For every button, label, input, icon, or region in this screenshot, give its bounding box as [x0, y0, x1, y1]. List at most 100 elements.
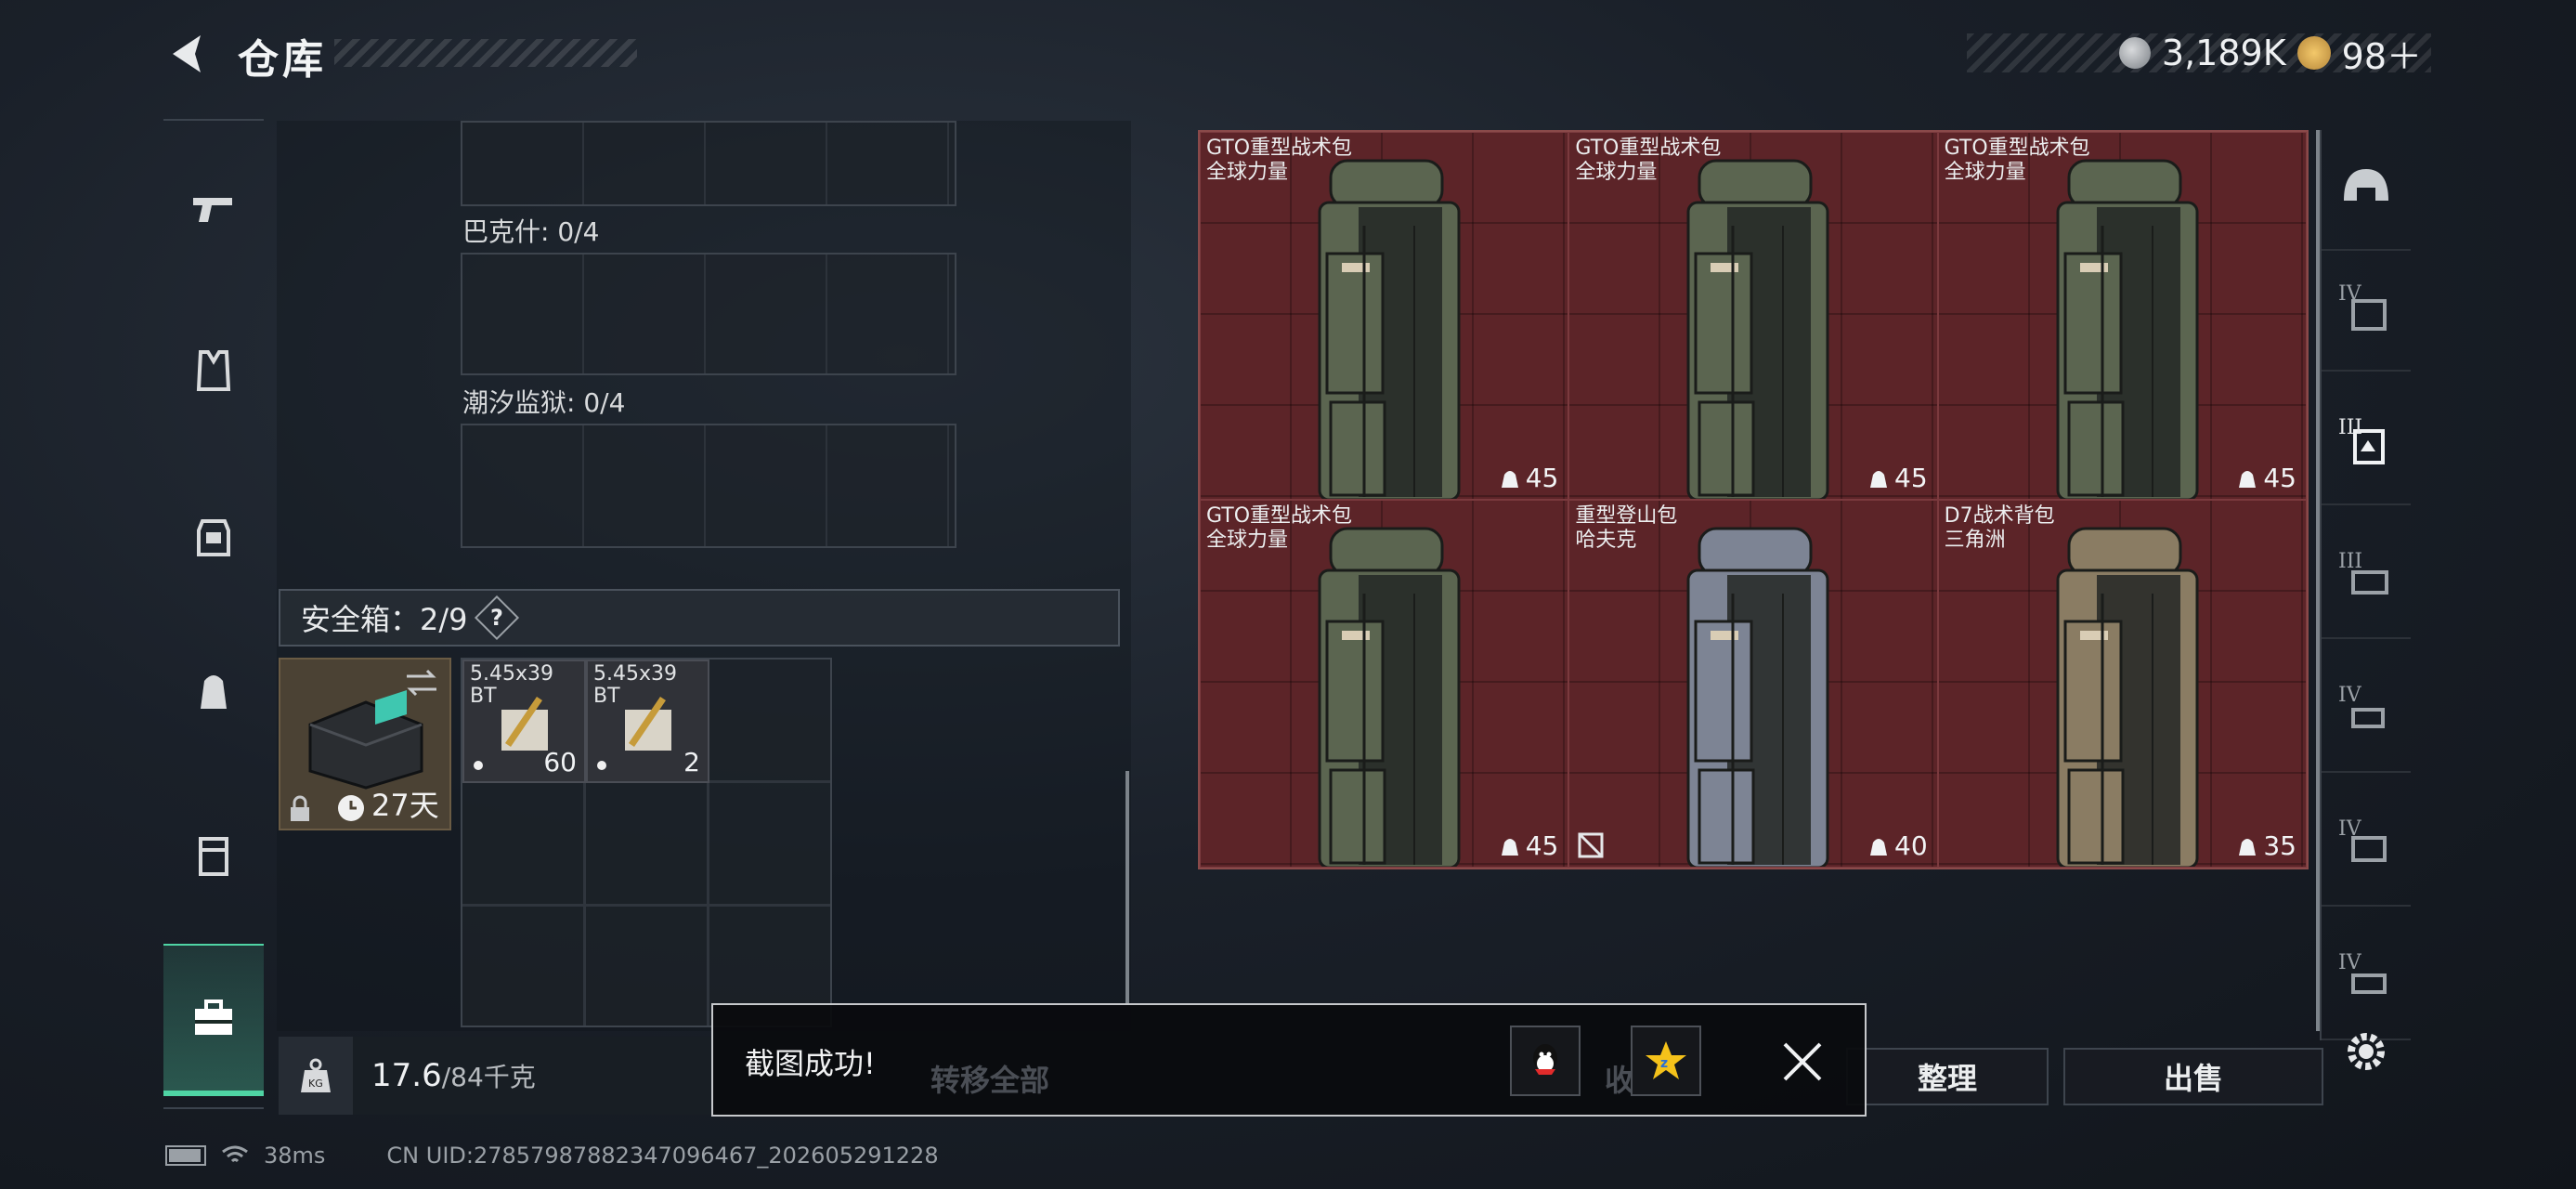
qq-icon — [1533, 1044, 1557, 1075]
backpack-icon — [1318, 159, 1461, 499]
ammo-type: BT — [593, 685, 620, 708]
level-label: III — [2338, 550, 2363, 573]
backpack-name: GTO重型战术包 全球力量 — [1206, 504, 1353, 552]
ammo-dot-icon — [597, 761, 606, 770]
backpack-item[interactable]: D7战术背包 三角洲 35 — [1937, 500, 2307, 868]
backpack-capacity: 40 — [1868, 830, 1928, 861]
backpack-item[interactable]: GTO重型战术包 全球力量 45 — [1200, 132, 1569, 500]
share-qzone-button[interactable]: z — [1631, 1026, 1701, 1096]
tab-helmet[interactable] — [2322, 130, 2411, 251]
uid-text: CN UID:27857987882347096467_202605291228 — [386, 1143, 939, 1169]
safe-case-icon — [308, 689, 423, 790]
battery-icon — [165, 1145, 206, 1166]
backpack-icon — [2056, 527, 2199, 867]
no-insure-icon — [1578, 832, 1604, 858]
backpack-capacity: 35 — [2237, 830, 2296, 861]
slot-label: 巴克什: 0/4 — [462, 216, 600, 247]
back-arrow-icon[interactable] — [163, 30, 212, 78]
armor-icon — [197, 519, 230, 556]
backpack-capacity: 45 — [1868, 463, 1928, 493]
ammo-count: 2 — [683, 747, 700, 777]
ammo-type: BT — [470, 685, 497, 708]
level-label: IV — [2338, 951, 2361, 974]
weight-kg-icon: KG — [279, 1037, 353, 1115]
tab-gear-iv[interactable]: IV — [2322, 652, 2411, 773]
ticket-icon — [2296, 36, 2331, 70]
tab-safebox[interactable] — [163, 944, 264, 1096]
ammo-box-icon — [625, 697, 671, 751]
backpack-icon — [2056, 159, 2199, 499]
backpack-name: GTO重型战术包 全球力量 — [1944, 137, 2090, 184]
coin-icon — [2118, 37, 2151, 69]
tab-weapons[interactable] — [163, 158, 264, 260]
backpack-icon — [1318, 527, 1461, 867]
backpack-name: D7战术背包 三角洲 — [1944, 504, 2055, 552]
storage-scrollbar[interactable] — [1125, 771, 1129, 1003]
capacity-bag-icon — [2239, 470, 2257, 488]
backpack-item[interactable]: GTO重型战术包 全球力量 45 — [1937, 132, 2307, 500]
ping-text: 38ms — [264, 1143, 326, 1169]
safe-box-item[interactable]: 27天 — [279, 658, 451, 830]
level-label: III — [2338, 416, 2363, 439]
tab-armor-iv[interactable]: IV — [2322, 251, 2411, 372]
help-icon[interactable]: ? — [474, 594, 519, 641]
category-tabs — [163, 119, 264, 1109]
ammo-item[interactable]: 5.45x39 BT 2 — [586, 660, 709, 783]
capacity-bag-icon — [1501, 838, 1518, 856]
backpack-capacity: 45 — [1500, 463, 1558, 493]
qzone-star-icon: z — [1646, 1041, 1686, 1079]
screenshot-toast: 转移全部 收藏 截图成功! z — [711, 1003, 1867, 1117]
safe-box-label: 安全箱：2/9 — [301, 602, 468, 637]
ammo-caliber: 5.45x39 — [593, 662, 677, 686]
weight-max: /84千克 — [441, 1062, 536, 1092]
backpack-item[interactable]: GTO重型战术包 全球力量 45 — [1568, 132, 1938, 500]
container-icon — [199, 837, 228, 876]
clock-icon — [338, 795, 364, 821]
backpack-name: GTO重型战术包 全球力量 — [1206, 137, 1353, 184]
svg-text:KG: KG — [308, 1078, 323, 1090]
tab-vest[interactable] — [163, 320, 264, 422]
ticket-amount[interactable]: 98＋ — [2342, 28, 2422, 79]
tab-container[interactable] — [163, 804, 264, 907]
title-decoration — [334, 39, 637, 67]
vest-icon — [196, 350, 231, 391]
ammo-item[interactable]: 5.45x39 BT 60 — [462, 660, 586, 783]
swap-icon[interactable] — [403, 667, 440, 699]
currency-bar: 3,189K 98＋ — [1967, 33, 2431, 77]
container-grid[interactable] — [461, 424, 956, 548]
capacity-bag-icon — [2239, 838, 2257, 856]
close-icon[interactable] — [1779, 1039, 1826, 1085]
backpack-item[interactable]: GTO重型战术包 全球力量 45 — [1200, 500, 1569, 868]
tab-rig-iii[interactable]: III — [2322, 518, 2411, 639]
safe-box-header: 安全箱：2/9 ? — [279, 589, 1120, 647]
tab-misc-iv[interactable]: IV — [2322, 920, 2411, 1040]
tab-backpack-iii[interactable]: III — [2322, 385, 2411, 505]
status-footer: 38ms CN UID:27857987882347096467_2026052… — [165, 1139, 939, 1172]
tab-backpack[interactable] — [163, 641, 264, 743]
container-grid[interactable] — [461, 253, 956, 375]
sell-button[interactable]: 出售 — [2063, 1048, 2323, 1105]
safe-box-grid: 5.45x39 BT 60 5.45x39 BT 2 — [461, 658, 832, 1027]
settings-gear-icon[interactable] — [2340, 1026, 2392, 1078]
tab-case-iv[interactable]: IV — [2322, 786, 2411, 907]
right-category-tabs: IV III III IV IV IV — [2320, 130, 2411, 1040]
level-label: IV — [2338, 282, 2361, 306]
backpack-icon — [1686, 159, 1829, 499]
ammo-count: 60 — [543, 747, 577, 777]
backpack-item[interactable]: 重型登山包 哈夫克 40 — [1568, 500, 1938, 868]
backpack-name: GTO重型战术包 全球力量 — [1575, 137, 1722, 184]
helmet-icon — [2344, 169, 2388, 201]
backpack-icon — [1686, 527, 1829, 867]
page-title: 仓库 — [238, 36, 327, 84]
safe-box-timer: 27天 — [371, 788, 439, 823]
backpack-name: 重型登山包 哈夫克 — [1575, 504, 1678, 552]
capacity-bag-icon — [1870, 470, 1888, 488]
transfer-all-button[interactable]: 转移全部 — [930, 1057, 1049, 1100]
wifi-icon — [222, 1145, 248, 1163]
share-qq-button[interactable] — [1510, 1026, 1581, 1096]
organize-button[interactable]: 整理 — [1846, 1048, 2049, 1105]
weight-indicator: KG 17.6/84千克 — [279, 1037, 715, 1115]
level-label: IV — [2338, 684, 2361, 707]
tab-armor[interactable] — [163, 487, 264, 589]
capacity-bag-icon — [1501, 470, 1518, 488]
